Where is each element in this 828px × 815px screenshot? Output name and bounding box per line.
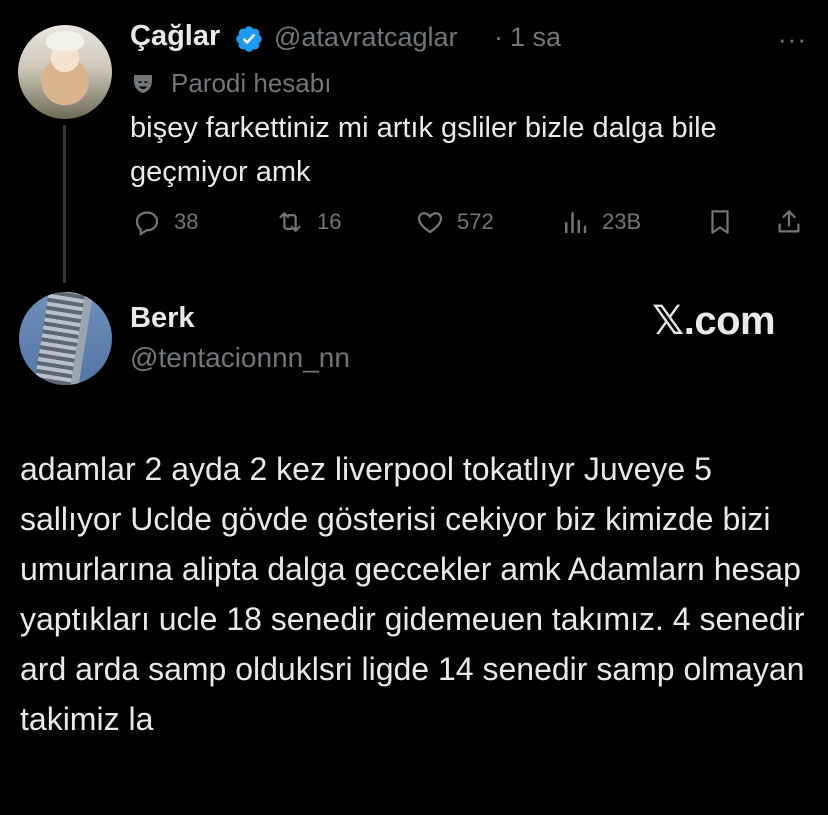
bookmark-icon xyxy=(711,210,729,234)
tweet-text-berk: adamlar 2 ayda 2 kez liverpool tokatlıyr… xyxy=(20,451,805,737)
separator-dot: · xyxy=(494,22,503,52)
author-handle[interactable]: @atavratcaglar xyxy=(274,22,458,53)
views-icon xyxy=(565,212,587,234)
thread-connector-line xyxy=(63,125,66,283)
avatar-caglar[interactable] xyxy=(18,25,112,119)
tweet-time[interactable]: 1 sa xyxy=(510,22,561,53)
parody-account-label: Parodi hesabı xyxy=(171,68,332,98)
author-name[interactable]: Çağlar xyxy=(130,20,220,53)
reply-icon xyxy=(135,211,159,236)
author-handle-berk[interactable]: @tentacionnn_nn xyxy=(130,342,350,374)
like-count: 572 xyxy=(457,209,494,234)
verified-badge-icon xyxy=(236,26,262,52)
repost-icon xyxy=(279,212,301,232)
bookmark-button[interactable] xyxy=(705,205,735,239)
views-button[interactable]: 23B xyxy=(560,205,641,239)
x-com-watermark: 𝕏.com xyxy=(652,299,776,343)
reply-button[interactable]: 38 xyxy=(132,205,198,239)
tweet-text: bişey farkettiniz mi artık gsliler bizle… xyxy=(130,112,717,188)
reply-count: 38 xyxy=(174,209,199,234)
author-name-berk[interactable]: Berk xyxy=(130,302,195,335)
avatar-image xyxy=(32,292,86,385)
more-icon[interactable]: ··· xyxy=(778,24,807,55)
share-icon xyxy=(778,210,800,233)
avatar-berk[interactable] xyxy=(19,292,112,385)
like-button[interactable]: 572 xyxy=(415,205,494,239)
repost-count: 16 xyxy=(317,209,342,234)
share-button[interactable] xyxy=(774,205,804,239)
views-count: 23B xyxy=(602,209,642,234)
like-icon xyxy=(417,212,443,234)
parody-mask-icon xyxy=(134,75,152,93)
repost-button[interactable]: 16 xyxy=(275,205,341,239)
